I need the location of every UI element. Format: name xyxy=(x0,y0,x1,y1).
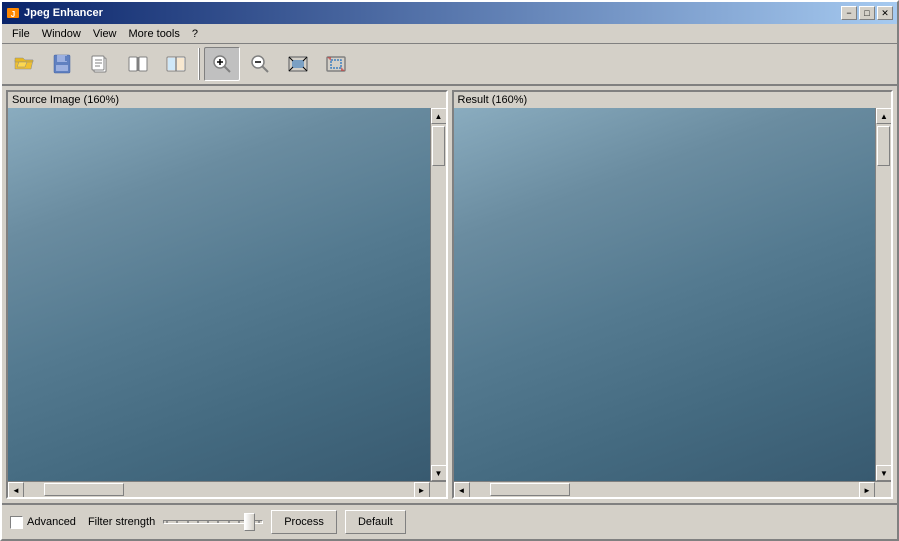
source-panel-title: Source Image (160%) xyxy=(8,92,446,108)
filter-strength-label: Filter strength xyxy=(88,516,155,528)
source-corner xyxy=(430,482,446,497)
app-icon: J xyxy=(6,6,20,20)
main-window: J Jpeg Enhancer − □ ✕ File Window View M… xyxy=(0,0,899,541)
slider-dot xyxy=(238,521,240,523)
window-controls: − □ ✕ xyxy=(841,6,893,20)
split-button[interactable] xyxy=(158,47,194,81)
slider-dot xyxy=(176,521,178,523)
menu-more-tools[interactable]: More tools xyxy=(123,26,186,42)
menu-file[interactable]: File xyxy=(6,26,36,42)
close-button[interactable]: ✕ xyxy=(877,6,893,20)
advanced-label: Advanced xyxy=(27,516,76,528)
actual-size-icon xyxy=(325,53,347,75)
fit-button[interactable] xyxy=(280,47,316,81)
result-panel-scrollable: ▲ ▼ ◄ ► xyxy=(454,108,892,497)
main-content: Source Image (160%) ▲ ▼ xyxy=(2,86,897,539)
source-scroll-down[interactable]: ▼ xyxy=(431,465,446,481)
slider-dot xyxy=(207,521,209,523)
minimize-button[interactable]: − xyxy=(841,6,857,20)
result-scroll-left[interactable]: ◄ xyxy=(454,482,470,497)
slider-thumb[interactable] xyxy=(244,513,255,531)
split-icon xyxy=(165,53,187,75)
result-panel: Result (160%) ▲ ▼ ◄ xyxy=(452,90,894,499)
zoom-in-icon xyxy=(211,53,233,75)
fit-icon xyxy=(287,53,309,75)
slider-dot xyxy=(258,521,260,523)
zoom-in-button[interactable] xyxy=(204,47,240,81)
copy-icon xyxy=(89,53,111,75)
open-button[interactable] xyxy=(6,47,42,81)
source-panel: Source Image (160%) ▲ ▼ xyxy=(6,90,448,499)
source-h-thumb[interactable] xyxy=(44,483,124,496)
source-v-track[interactable] xyxy=(431,124,446,465)
zoom-out-icon xyxy=(249,53,271,75)
result-h-thumb[interactable] xyxy=(490,483,570,496)
zoom-out-button[interactable] xyxy=(242,47,278,81)
result-scroll-up[interactable]: ▲ xyxy=(876,108,891,124)
menu-bar: File Window View More tools ? xyxy=(2,24,897,44)
result-scroll-down[interactable]: ▼ xyxy=(876,465,891,481)
process-button[interactable]: Process xyxy=(271,510,337,534)
app-title: Jpeg Enhancer xyxy=(24,7,103,19)
source-panel-scrollable: ▲ ▼ ◄ ► xyxy=(8,108,446,497)
result-h-track[interactable] xyxy=(470,482,860,497)
bottom-bar: Advanced Filter strength xyxy=(2,503,897,539)
source-h-track[interactable] xyxy=(24,482,414,497)
slider-dot xyxy=(217,521,219,523)
advanced-checkbox[interactable] xyxy=(10,516,23,529)
menu-view[interactable]: View xyxy=(87,26,123,42)
toolbar xyxy=(2,44,897,86)
default-button[interactable]: Default xyxy=(345,510,406,534)
copy-button[interactable] xyxy=(82,47,118,81)
toolbar-separator xyxy=(198,48,200,80)
result-corner xyxy=(875,482,891,497)
source-v-thumb[interactable] xyxy=(432,126,445,166)
filter-strength-slider[interactable] xyxy=(163,512,263,532)
menu-window[interactable]: Window xyxy=(36,26,87,42)
slider-dot xyxy=(197,521,199,523)
source-v-scrollbar[interactable]: ▲ ▼ xyxy=(430,108,446,481)
result-v-track[interactable] xyxy=(876,124,891,465)
source-h-scrollbar-row: ◄ ► xyxy=(8,481,446,497)
open-icon xyxy=(13,53,35,75)
side-by-side-button[interactable] xyxy=(120,47,156,81)
source-scroll-right[interactable]: ► xyxy=(414,482,430,497)
result-v-scrollbar[interactable]: ▲ ▼ xyxy=(875,108,891,481)
side-by-side-icon xyxy=(127,53,149,75)
source-panel-inner: ▲ ▼ xyxy=(8,108,446,481)
save-button[interactable] xyxy=(44,47,80,81)
svg-text:J: J xyxy=(11,10,15,19)
result-scroll-right[interactable]: ► xyxy=(859,482,875,497)
advanced-checkbox-container: Advanced xyxy=(10,516,76,529)
slider-dot xyxy=(187,521,189,523)
slider-dot xyxy=(228,521,230,523)
panels-area: Source Image (160%) ▲ ▼ xyxy=(2,86,897,503)
result-image-canvas[interactable] xyxy=(454,108,876,481)
result-panel-inner: ▲ ▼ xyxy=(454,108,892,481)
slider-dot xyxy=(166,521,168,523)
result-panel-title: Result (160%) xyxy=(454,92,892,108)
title-bar: J Jpeg Enhancer − □ ✕ xyxy=(2,2,897,24)
save-icon xyxy=(51,53,73,75)
result-h-scrollbar-row: ◄ ► xyxy=(454,481,892,497)
actual-size-button[interactable] xyxy=(318,47,354,81)
source-scroll-left[interactable]: ◄ xyxy=(8,482,24,497)
source-scroll-up[interactable]: ▲ xyxy=(431,108,446,124)
source-image-canvas[interactable] xyxy=(8,108,430,481)
maximize-button[interactable]: □ xyxy=(859,6,875,20)
menu-help[interactable]: ? xyxy=(186,26,204,42)
result-v-thumb[interactable] xyxy=(877,126,890,166)
